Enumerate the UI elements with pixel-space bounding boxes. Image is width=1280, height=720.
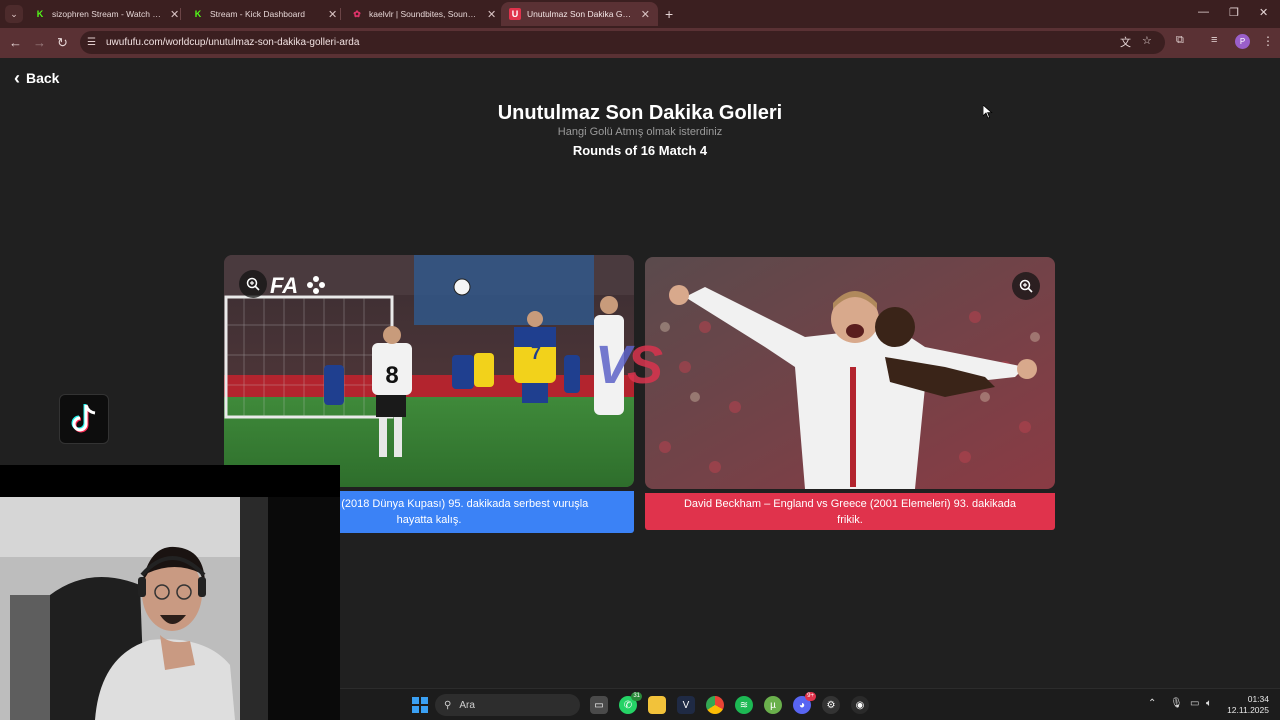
task-view-icon[interactable]: ▭	[590, 696, 608, 714]
close-icon[interactable]: ✕	[170, 8, 179, 21]
zoom-in-icon[interactable]	[1012, 272, 1040, 300]
soundbites-icon: ✿	[353, 8, 361, 19]
uwufufu-icon: U	[509, 8, 521, 20]
back-arrow-icon[interactable]: ←	[9, 35, 22, 50]
close-icon[interactable]: ✕	[641, 8, 650, 21]
media-control-icon[interactable]: ≡	[1211, 34, 1217, 46]
chrome-icon[interactable]	[706, 696, 724, 714]
obs-icon[interactable]: ◉	[851, 696, 869, 714]
forward-arrow-icon[interactable]: →	[33, 35, 46, 50]
kick-icon: K	[36, 9, 44, 19]
kick-icon: K	[194, 9, 202, 19]
restore-icon[interactable]: ❐	[1229, 6, 1239, 19]
tab-1[interactable]: K Stream - Kick Dashboard ✕	[184, 2, 345, 26]
taskbar-search-input[interactable]: ⚲ Ara	[435, 694, 580, 716]
reload-icon[interactable]: ↻	[57, 35, 68, 51]
clock-date: 12.11.2025	[1227, 705, 1269, 715]
utorrent-icon[interactable]: µ	[764, 696, 782, 714]
svg-text:7: 7	[531, 343, 541, 363]
back-button[interactable]: ‹ Back	[14, 68, 60, 88]
microphone-icon[interactable]: 🎙︎	[1170, 698, 1183, 709]
file-explorer-icon[interactable]	[648, 696, 666, 714]
taskbar-search-placeholder: Ara	[459, 699, 475, 711]
site-info-icon[interactable]: ☰	[87, 37, 96, 48]
taskbar: ⚲ Ara ▭ ✆ 31 V ≋ µ ◕ 9+ ⚙ ◉ ⌃ 🎙︎ ▭ 🔈︎ 01:3…	[340, 688, 1280, 720]
new-tab-button[interactable]: +	[665, 6, 673, 22]
mouse-cursor-icon	[983, 105, 993, 119]
vs-letter-v: V	[595, 335, 631, 395]
vscode-icon[interactable]: V	[677, 696, 695, 714]
system-clock[interactable]: 01:34 12.11.2025	[1227, 694, 1269, 716]
url-text: uwufufu.com/worldcup/unutulmaz-son-dakik…	[105, 37, 360, 48]
round-label: Rounds of 16 Match 4	[572, 143, 708, 158]
tab-title: sizophren Stream - Watch Live	[52, 9, 162, 19]
tab-0[interactable]: K sizophren Stream - Watch Live ✕	[26, 2, 187, 26]
tab-3[interactable]: U Unutulmaz Son Dakika Golleri | ✕	[501, 2, 658, 26]
volume-icon[interactable]: 🔈︎	[1206, 698, 1212, 709]
candidate-card-right[interactable]: David Beckham – England vs Greece (2001 …	[645, 257, 1055, 530]
candidate-image-left[interactable]: 8 7 FA	[224, 255, 634, 487]
tiktok-icon	[59, 394, 109, 444]
chevron-left-icon: ‹	[14, 68, 20, 88]
tab-title: Unutulmaz Son Dakika Golleri |	[527, 9, 633, 19]
zoom-in-icon[interactable]	[239, 270, 267, 298]
bookmark-star-icon[interactable]: ☆	[1142, 34, 1152, 47]
translate-icon[interactable]: 文	[1120, 34, 1131, 50]
profile-avatar[interactable]: P	[1235, 34, 1250, 49]
browser-toolbar: ← → ↻ ☰ uwufufu.com/worldcup/unutulmaz-s…	[0, 28, 1280, 58]
vs-letter-s: S	[627, 335, 663, 395]
clock-time: 01:34	[1247, 694, 1269, 704]
page-title: Unutulmaz Son Dakika Golleri	[497, 102, 783, 124]
minimize-icon[interactable]: —	[1198, 6, 1209, 18]
fa-logo: FA	[270, 273, 298, 298]
discord-icon[interactable]: ◕ 9+	[793, 692, 816, 714]
search-icon: ⚲	[444, 699, 452, 711]
whatsapp-icon[interactable]: ✆ 31	[619, 692, 642, 714]
steam-icon[interactable]: ⚙	[822, 696, 840, 714]
windows-start-icon[interactable]	[411, 696, 429, 714]
extensions-icon[interactable]: ⧉	[1176, 34, 1184, 47]
more-menu-icon[interactable]: ⋮	[1262, 34, 1274, 48]
webcam-overlay	[0, 465, 340, 720]
vs-label: VS	[595, 334, 663, 396]
tab-search-icon[interactable]: ⌄	[5, 5, 23, 23]
network-icon[interactable]: ▭	[1190, 698, 1199, 709]
back-label: Back	[26, 70, 60, 86]
candidate-caption-right[interactable]: David Beckham – England vs Greece (2001 …	[645, 493, 1055, 530]
discord-badge: 9+	[805, 692, 816, 701]
close-icon[interactable]: ✕	[328, 8, 337, 21]
tab-strip: ⌄ K sizophren Stream - Watch Live ✕ K St…	[0, 0, 1280, 28]
tab-2[interactable]: ✿ kaelvlr | Soundbites, Sounds M ✕	[343, 2, 504, 26]
tray-chevron-up-icon[interactable]: ⌃	[1148, 698, 1156, 709]
tab-title: Stream - Kick Dashboard	[210, 9, 305, 19]
page-subtitle: Hangi Golü Atmış olmak isterdiniz	[557, 126, 723, 138]
candidate-image-right[interactable]	[645, 257, 1055, 489]
tab-title: kaelvlr | Soundbites, Sounds M	[369, 9, 479, 19]
whatsapp-badge: 31	[631, 692, 642, 701]
svg-text:8: 8	[385, 362, 398, 389]
spotify-icon[interactable]: ≋	[735, 696, 753, 714]
address-bar[interactable]: ☰ uwufufu.com/worldcup/unutulmaz-son-dak…	[80, 31, 1165, 54]
close-icon[interactable]: ✕	[487, 8, 496, 21]
close-window-icon[interactable]: ✕	[1259, 6, 1268, 19]
